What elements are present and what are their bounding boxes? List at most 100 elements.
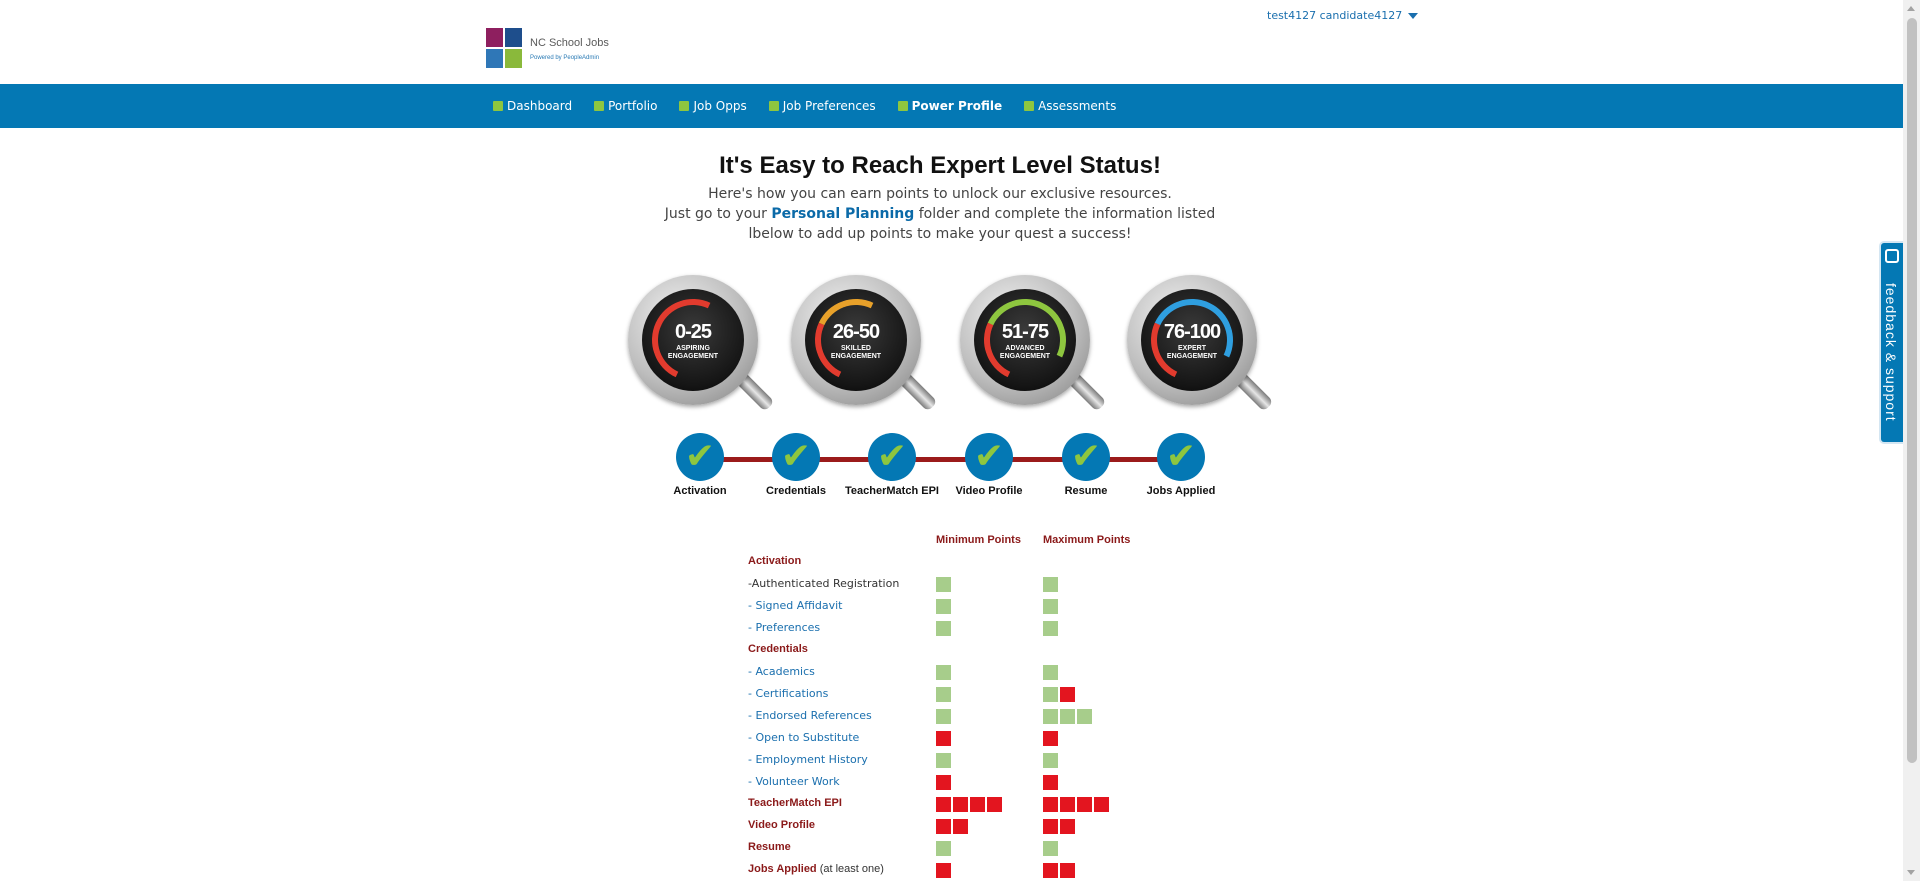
table-row: Jobs Applied (at least one) [748,859,1148,881]
checkmark-icon: ✔ [876,436,908,477]
unearned-point [936,775,951,790]
unearned-point [936,797,951,812]
earned-point [936,665,951,680]
nc-school-jobs-logo[interactable]: NC School Jobs Powered by PeopleAdmin [486,27,612,71]
nav-item-power-profile[interactable]: Power Profile [897,99,1003,113]
feedback-support-tab[interactable]: feedback & support [1879,241,1903,444]
step-label: Credentials [766,485,826,497]
nav-item-label: Job Preferences [782,99,876,113]
earned-point [936,709,951,724]
min-points [936,753,953,768]
section-label: Activation [748,555,802,567]
scroll-up-icon[interactable] [1907,6,1915,11]
min-points [936,863,953,878]
unearned-point [970,797,985,812]
megaphone-icon [1885,249,1899,263]
logo-subtitle: Powered by PeopleAdmin [530,55,600,61]
table-row: TeacherMatch EPI [748,793,1148,815]
scrollbar[interactable] [1903,0,1920,881]
earned-point [936,599,951,614]
item-label[interactable]: - Signed Affidavit [748,599,842,612]
nav-item-label: Assessments [1038,99,1117,113]
max-points [1043,709,1094,724]
nav-item-label: Power Profile [911,99,1003,113]
hero-line-3: lbelow to add up points to make your que… [748,226,1132,242]
scroll-thumb[interactable] [1907,18,1917,763]
nav-item-label: Dashboard [507,99,573,113]
hero-line-2-prefix: Just go to your [664,206,772,222]
item-label[interactable]: - Preferences [748,621,820,634]
section-label: Jobs Applied (at least one) [748,863,884,875]
nav-item-assessments[interactable]: Assessments [1024,99,1116,113]
unearned-point [1043,775,1058,790]
step-circle: ✔ [1157,433,1205,481]
step-teachermatch-epi: ✔ TeacherMatch EPI [844,433,940,498]
user-menu[interactable]: test4127 candidate4127 [1267,9,1419,22]
max-points [1043,863,1077,878]
step-circle: ✔ [1062,433,1110,481]
earned-point [1043,599,1058,614]
table-row: Video Profile [748,815,1148,837]
earned-point [1077,709,1092,724]
page-header: NC School Jobs Powered by PeopleAdmin te… [0,0,1903,84]
table-row: - Volunteer Work [748,771,1148,793]
section-label: Resume [748,841,791,853]
step-jobs-applied: ✔ Jobs Applied [1133,433,1229,498]
scroll-down-icon[interactable] [1907,870,1915,875]
table-row: - Open to Substitute [748,727,1148,749]
item-label[interactable]: - Endorsed References [748,709,872,722]
gauge-range: 26-50 [832,321,880,343]
item-label: -Authenticated Registration [748,577,900,590]
earned-point [1043,577,1058,592]
nav-item-dashboard[interactable]: Dashboard [493,99,572,113]
nav-item-job-opps[interactable]: Job Opps [679,99,747,113]
max-points [1043,665,1060,680]
item-label[interactable]: - Academics [748,665,815,678]
table-row: - Preferences [748,617,1148,639]
nav-item-job-preferences[interactable]: Job Preferences [768,99,876,113]
min-points [936,797,1004,812]
unearned-point [987,797,1002,812]
min-points [936,841,953,856]
max-points-header: Maximum Points [1043,534,1131,546]
min-points [936,819,970,834]
min-points [936,709,953,724]
personal-planning-link[interactable]: Personal Planning [771,206,914,222]
min-points [936,577,953,592]
step-circle: ✔ [772,433,820,481]
earned-point [1043,621,1058,636]
max-points [1043,599,1060,614]
checkmark-icon: ✔ [1165,436,1197,477]
gauge-range: 76-100 [1163,321,1221,343]
nav-item-portfolio[interactable]: Portfolio [594,99,657,113]
step-circle: ✔ [965,433,1013,481]
item-label[interactable]: - Open to Substitute [748,731,859,744]
earned-point [1043,753,1058,768]
nav-bullet-icon [493,101,503,111]
max-points [1043,797,1111,812]
earned-point [1043,665,1058,680]
unearned-point [1043,731,1058,746]
gauge-expert: 76-100 EXPERT ENGAGEMENT [1127,275,1274,415]
earned-point [1060,709,1075,724]
unearned-point [1077,797,1092,812]
earned-point [936,687,951,702]
nav-bullet-icon [679,101,690,111]
earned-point [1043,841,1058,856]
item-label[interactable]: - Volunteer Work [748,775,840,788]
checkmark-icon: ✔ [1070,436,1102,477]
min-points-header: Minimum Points [936,534,1021,546]
table-row: - Certifications [748,683,1148,705]
checkmark-icon: ✔ [684,436,716,477]
item-label[interactable]: - Employment History [748,753,868,766]
max-points [1043,577,1060,592]
unearned-point [936,863,951,878]
table-row: - Endorsed References [748,705,1148,727]
nav-bullet-icon [1024,101,1035,111]
gauge-label: SKILLED ENGAGEMENT [830,345,882,360]
item-label[interactable]: - Certifications [748,687,828,700]
step-circle: ✔ [676,433,724,481]
max-points [1043,731,1060,746]
table-row: Credentials [748,639,1148,661]
unearned-point [953,819,968,834]
